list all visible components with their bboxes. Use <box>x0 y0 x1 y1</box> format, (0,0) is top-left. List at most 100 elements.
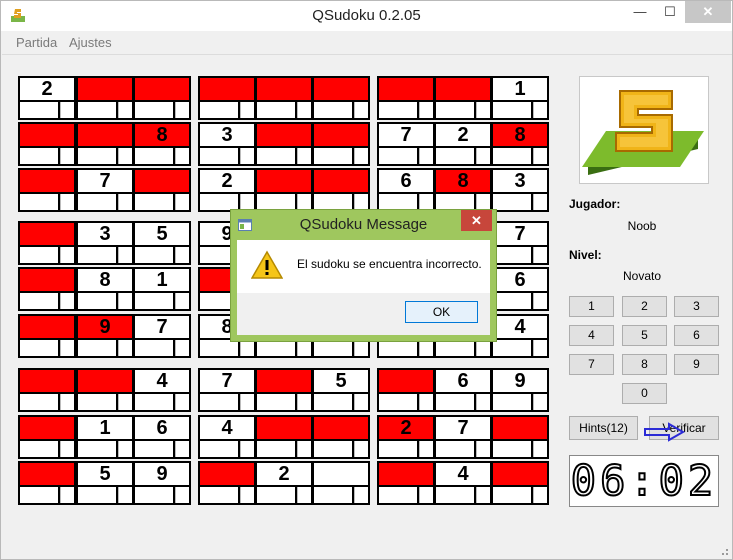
cell-value[interactable]: 6 <box>436 370 490 392</box>
cell-spin-button[interactable] <box>297 340 311 356</box>
sudoku-cell[interactable]: 3 <box>198 122 256 166</box>
cell-input-field[interactable] <box>257 441 295 457</box>
sudoku-cell[interactable]: 2 <box>255 461 313 505</box>
sudoku-cell[interactable] <box>18 168 76 212</box>
cell-value[interactable] <box>20 269 74 291</box>
cell-input-field[interactable] <box>379 441 417 457</box>
sudoku-cell[interactable] <box>18 221 76 265</box>
sudoku-cell[interactable]: 1 <box>491 76 549 120</box>
cell-input-field[interactable] <box>20 340 58 356</box>
cell-value[interactable]: 4 <box>200 417 254 439</box>
sudoku-cell[interactable] <box>434 76 492 120</box>
sudoku-cell[interactable] <box>255 415 313 459</box>
sudoku-cell[interactable]: 8 <box>491 122 549 166</box>
cell-spin-button[interactable] <box>175 340 189 356</box>
cell-input-field[interactable] <box>20 194 58 210</box>
cell-value[interactable] <box>379 78 433 100</box>
cell-spin-button[interactable] <box>60 102 74 118</box>
cell-value[interactable]: 8 <box>436 170 490 192</box>
sudoku-cell[interactable]: 3 <box>491 168 549 212</box>
cell-input-field[interactable] <box>257 487 295 503</box>
sudoku-cell[interactable]: 5 <box>133 221 191 265</box>
sudoku-cell[interactable] <box>312 168 370 212</box>
cell-value[interactable] <box>314 78 368 100</box>
cell-spin-button[interactable] <box>354 194 368 210</box>
cell-value[interactable]: 7 <box>78 170 132 192</box>
cell-input-field[interactable] <box>78 148 116 164</box>
cell-input-field[interactable] <box>78 194 116 210</box>
sudoku-cell[interactable] <box>198 461 256 505</box>
sudoku-cell[interactable]: 1 <box>76 415 134 459</box>
cell-spin-button[interactable] <box>533 340 547 356</box>
cell-spin-button[interactable] <box>175 148 189 164</box>
cell-spin-button[interactable] <box>476 102 490 118</box>
sudoku-cell[interactable]: 6 <box>133 415 191 459</box>
sudoku-cell[interactable] <box>18 461 76 505</box>
cell-value[interactable]: 7 <box>493 223 547 245</box>
cell-input-field[interactable] <box>493 487 531 503</box>
cell-input-field[interactable] <box>78 394 116 410</box>
cell-input-field[interactable] <box>135 340 173 356</box>
sudoku-cell[interactable] <box>255 168 313 212</box>
cell-value[interactable]: 9 <box>78 316 132 338</box>
number-button-1[interactable]: 1 <box>569 296 614 317</box>
sudoku-cell[interactable] <box>255 76 313 120</box>
cell-spin-button[interactable] <box>419 102 433 118</box>
sudoku-cell[interactable] <box>18 122 76 166</box>
cell-value[interactable] <box>493 417 547 439</box>
number-button-0[interactable]: 0 <box>622 383 667 404</box>
cell-value[interactable]: 4 <box>493 316 547 338</box>
sudoku-cell[interactable]: 3 <box>76 221 134 265</box>
sudoku-cell[interactable] <box>377 461 435 505</box>
cell-spin-button[interactable] <box>175 441 189 457</box>
cell-value[interactable]: 1 <box>493 78 547 100</box>
cell-spin-button[interactable] <box>118 394 132 410</box>
sudoku-cell[interactable] <box>198 76 256 120</box>
cell-spin-button[interactable] <box>175 487 189 503</box>
sudoku-cell[interactable] <box>312 76 370 120</box>
number-button-3[interactable]: 3 <box>674 296 719 317</box>
cell-input-field[interactable] <box>20 487 58 503</box>
cell-input-field[interactable] <box>20 102 58 118</box>
minimize-button[interactable]: — <box>625 1 655 23</box>
cell-input-field[interactable] <box>493 194 531 210</box>
cell-spin-button[interactable] <box>175 394 189 410</box>
cell-spin-button[interactable] <box>354 340 368 356</box>
maximize-button[interactable]: ☐ <box>656 1 684 23</box>
cell-input-field[interactable] <box>436 340 474 356</box>
sudoku-cell[interactable]: 7 <box>491 221 549 265</box>
cell-value[interactable]: 2 <box>20 78 74 100</box>
cell-spin-button[interactable] <box>118 194 132 210</box>
cell-input-field[interactable] <box>20 148 58 164</box>
cell-input-field[interactable] <box>257 340 295 356</box>
cell-input-field[interactable] <box>493 394 531 410</box>
cell-value[interactable]: 7 <box>135 316 189 338</box>
cell-spin-button[interactable] <box>60 293 74 309</box>
cell-input-field[interactable] <box>135 394 173 410</box>
sudoku-cell[interactable]: 4 <box>133 368 191 412</box>
cell-input-field[interactable] <box>257 102 295 118</box>
cell-input-field[interactable] <box>314 394 352 410</box>
sudoku-cell[interactable]: 7 <box>377 122 435 166</box>
cell-input-field[interactable] <box>200 487 238 503</box>
cell-spin-button[interactable] <box>476 394 490 410</box>
cell-value[interactable] <box>257 78 311 100</box>
sudoku-cell[interactable] <box>18 314 76 358</box>
cell-value[interactable]: 2 <box>379 417 433 439</box>
cell-spin-button[interactable] <box>118 293 132 309</box>
cell-spin-button[interactable] <box>60 487 74 503</box>
cell-input-field[interactable] <box>20 441 58 457</box>
cell-spin-button[interactable] <box>533 102 547 118</box>
cell-input-field[interactable] <box>135 487 173 503</box>
cell-value[interactable]: 6 <box>379 170 433 192</box>
cell-input-field[interactable] <box>20 293 58 309</box>
cell-value[interactable] <box>20 370 74 392</box>
sudoku-cell[interactable] <box>491 415 549 459</box>
cell-spin-button[interactable] <box>297 441 311 457</box>
cell-value[interactable] <box>20 417 74 439</box>
cell-value[interactable]: 5 <box>314 370 368 392</box>
cell-spin-button[interactable] <box>240 441 254 457</box>
cell-value[interactable]: 3 <box>200 124 254 146</box>
cell-value[interactable] <box>436 78 490 100</box>
cell-spin-button[interactable] <box>60 194 74 210</box>
